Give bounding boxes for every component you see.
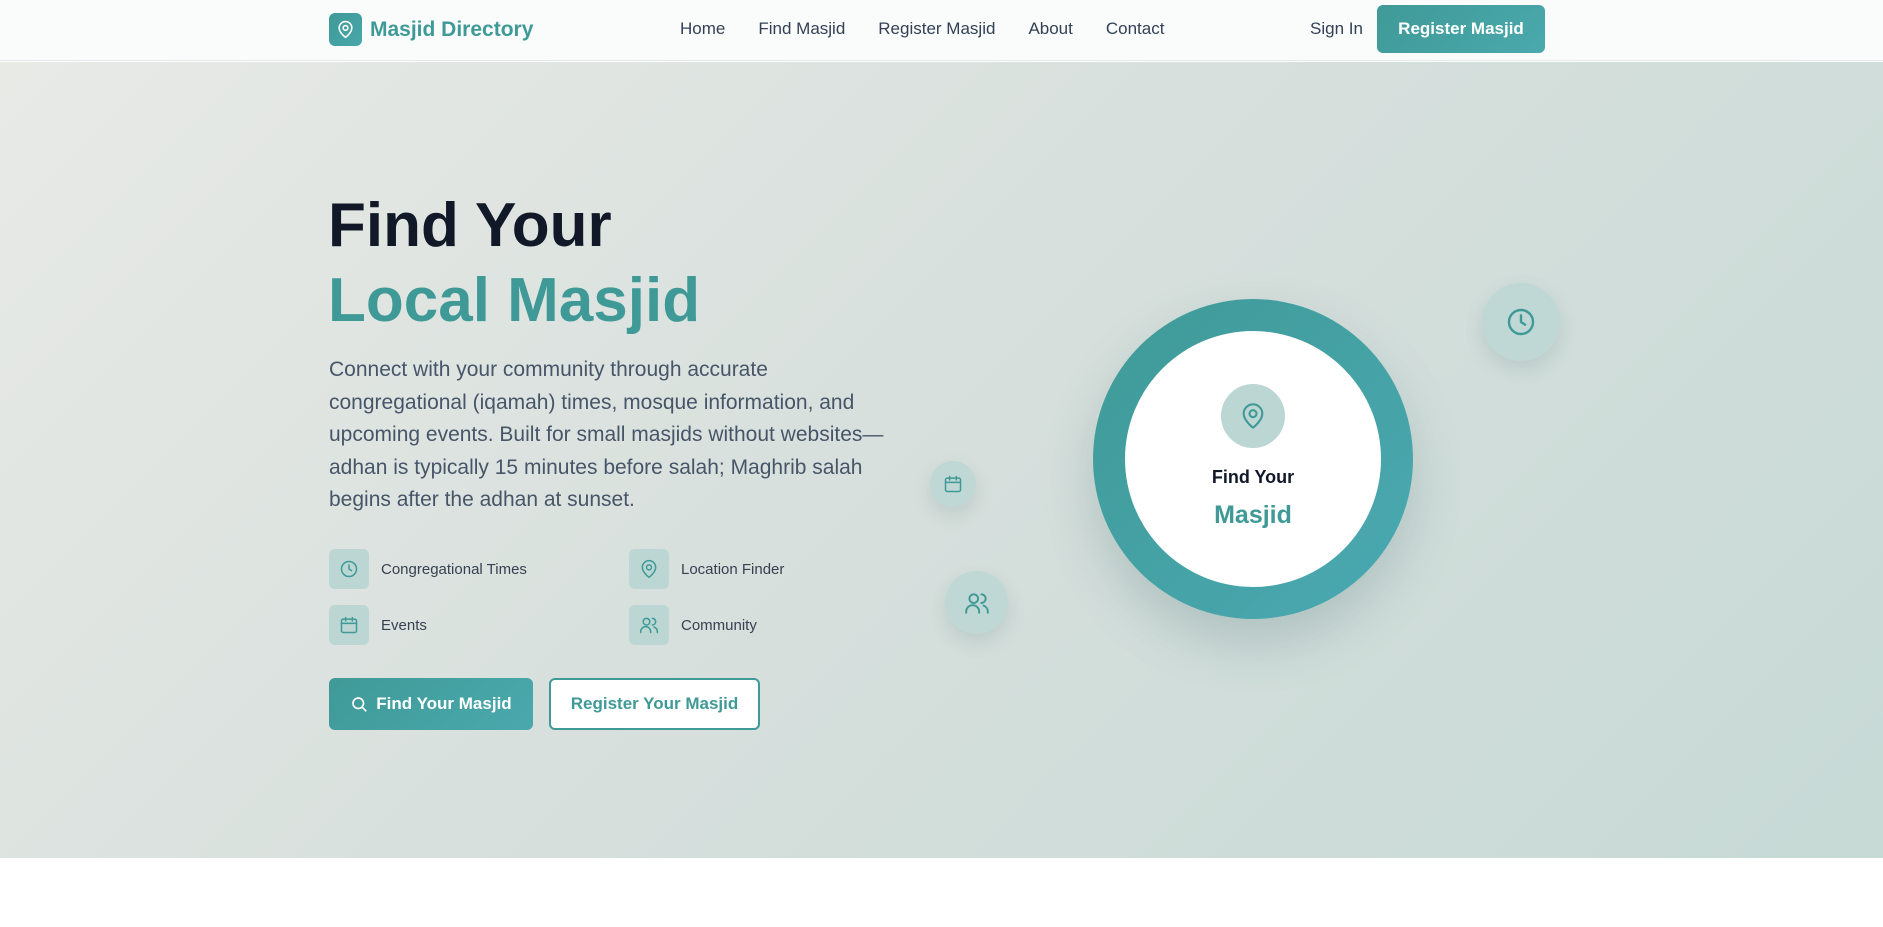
hero-title-line2: Local Masjid bbox=[328, 266, 701, 335]
map-pin-icon bbox=[1221, 384, 1285, 448]
nav-about[interactable]: About bbox=[1028, 19, 1072, 39]
nav-register-masjid[interactable]: Register Masjid bbox=[878, 19, 995, 39]
calendar-icon bbox=[930, 461, 976, 507]
nav-contact[interactable]: Contact bbox=[1106, 19, 1165, 39]
feature-label: Location Finder bbox=[681, 560, 785, 578]
hero-circle-inner: Find Your Masjid bbox=[1125, 331, 1381, 587]
logo-link[interactable]: Masjid Directory bbox=[329, 13, 533, 46]
circle-text-line2: Masjid bbox=[1214, 501, 1292, 529]
site-header: Masjid Directory Home Find Masjid Regist… bbox=[0, 0, 1883, 61]
hero-title-line1: Find Your bbox=[328, 191, 612, 260]
hero-circle-graphic: Find Your Masjid bbox=[1093, 299, 1413, 619]
find-your-masjid-button[interactable]: Find Your Masjid bbox=[329, 678, 533, 730]
map-pin-icon bbox=[329, 13, 362, 46]
sign-in-link[interactable]: Sign In bbox=[1310, 19, 1363, 39]
nav-find-masjid[interactable]: Find Masjid bbox=[758, 19, 845, 39]
logo-text: Masjid Directory bbox=[370, 17, 534, 41]
calendar-icon bbox=[329, 605, 369, 645]
hero-description: Connect with your community through accu… bbox=[329, 358, 884, 511]
search-icon bbox=[350, 695, 368, 713]
find-your-masjid-label: Find Your Masjid bbox=[376, 694, 512, 713]
hero-section: Find Your Local Masjid Connect with your… bbox=[0, 62, 1883, 858]
map-pin-icon bbox=[629, 549, 669, 589]
users-icon bbox=[945, 571, 1008, 634]
feature-events: Events bbox=[329, 605, 427, 645]
feature-label: Events bbox=[381, 616, 427, 634]
circle-text-line1: Find Your bbox=[1211, 467, 1295, 487]
main-nav: Home Find Masjid Register Masjid About C… bbox=[680, 19, 1164, 39]
feature-community: Community bbox=[629, 605, 757, 645]
users-icon bbox=[629, 605, 669, 645]
nav-home[interactable]: Home bbox=[680, 19, 725, 39]
clock-icon bbox=[1482, 283, 1560, 361]
feature-congregational-times: Congregational Times bbox=[329, 549, 527, 589]
clock-icon bbox=[329, 549, 369, 589]
header-register-button[interactable]: Register Masjid bbox=[1377, 5, 1545, 53]
feature-location-finder: Location Finder bbox=[629, 549, 784, 589]
feature-label: Congregational Times bbox=[381, 560, 527, 578]
register-your-masjid-button[interactable]: Register Your Masjid bbox=[549, 678, 760, 730]
feature-label: Community bbox=[681, 616, 757, 634]
